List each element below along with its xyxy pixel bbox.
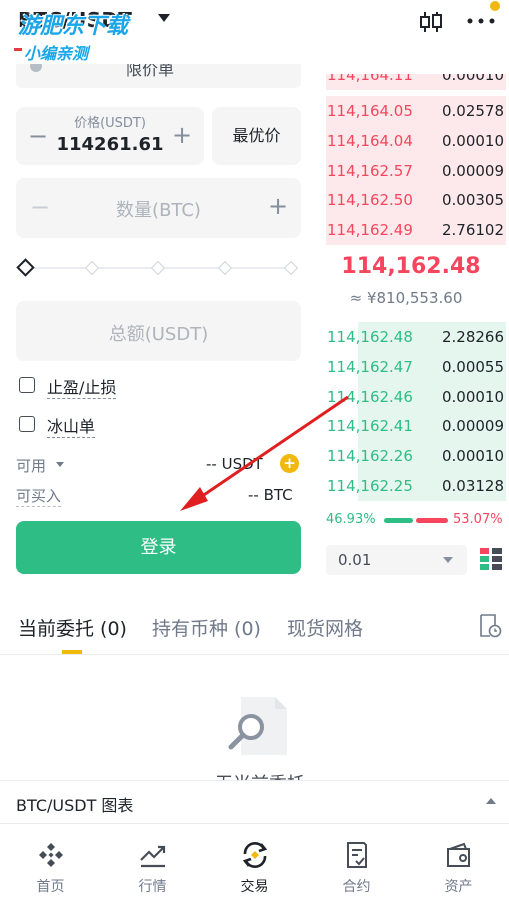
futures-icon xyxy=(347,842,367,868)
orderbook-ask-row[interactable]: 114,164.04 0.00010 xyxy=(326,125,506,156)
chart-drawer-label: BTC/USDT 图表 xyxy=(16,796,134,815)
ask-price: 114,162.49 xyxy=(327,221,413,240)
caret-down-icon xyxy=(443,557,453,563)
markets-icon xyxy=(140,845,166,868)
wallet-icon xyxy=(447,842,470,867)
slider-tick-25[interactable] xyxy=(84,260,100,276)
nav-trade[interactable]: 交易 xyxy=(204,826,305,900)
orderbook-layout-icon[interactable] xyxy=(479,547,503,571)
ask-qty: 0.00009 xyxy=(441,161,504,180)
bid-qty: 0.03128 xyxy=(441,477,504,495)
orderbook-bid-row[interactable]: 114,162.47 0.00055 xyxy=(326,351,506,382)
bid-qty: 0.00010 xyxy=(441,387,504,406)
orderbook-ask-row[interactable]: 114,162.50 0.00305 xyxy=(326,185,506,216)
tab-open-orders[interactable]: 当前委托 (0) xyxy=(18,614,127,641)
caret-down-icon[interactable] xyxy=(56,462,64,467)
login-button[interactable]: 登录 xyxy=(16,521,301,574)
bid-qty: 2.28266 xyxy=(441,328,504,346)
nav-trade-label: 交易 xyxy=(240,879,269,895)
bid-price: 114,162.47 xyxy=(327,357,413,376)
nav-futures[interactable]: 合约 xyxy=(306,826,407,900)
header: BTC/USDT 游肥东下载 小编亲测 xyxy=(0,0,509,63)
slider-handle[interactable] xyxy=(16,258,35,277)
ask-qty: 0.00010 xyxy=(441,131,504,150)
quantity-input[interactable]: − 数量(BTC) + xyxy=(16,178,301,238)
orderbook-bid-row[interactable]: 114,162.48 2.28266 xyxy=(326,322,506,352)
notification-dot xyxy=(490,1,500,11)
depth-precision-value: 0.01 xyxy=(338,551,372,569)
tp-sl-label: 止盈/止损 xyxy=(47,374,117,399)
watermark-line-2: 小编亲测 xyxy=(24,44,89,63)
iceberg-label: 冰山单 xyxy=(47,413,96,438)
home-icon xyxy=(39,843,63,867)
quantity-placeholder: 数量(BTC) xyxy=(116,200,201,221)
info-icon xyxy=(30,64,42,72)
annotation-arrow xyxy=(180,395,349,511)
orderbook-ask-row-partial[interactable]: 114,164.11 0.00010 xyxy=(326,74,509,90)
watermark-dash xyxy=(14,48,22,51)
ask-qty: 2.76102 xyxy=(441,221,504,240)
iceberg-checkbox[interactable] xyxy=(19,416,35,432)
ask-price: 114,162.50 xyxy=(327,191,413,210)
trading-pair-selector[interactable]: BTC/USDT xyxy=(18,8,132,32)
empty-state-text: 无当前委托 xyxy=(180,770,340,780)
empty-document-icon xyxy=(228,697,287,755)
slider-tick-50[interactable] xyxy=(150,260,166,276)
ask-qty: 0.00010 xyxy=(441,74,504,84)
price-input[interactable]: − 价格(USDT) 114261.61 + xyxy=(16,107,204,165)
price-increase-button[interactable]: + xyxy=(172,121,192,149)
tp-sl-checkbox[interactable] xyxy=(19,377,35,393)
available-label[interactable]: 可用 xyxy=(16,455,46,476)
trade-icon xyxy=(242,842,268,868)
empty-state: 无当前委托 xyxy=(180,764,340,780)
total-placeholder: 总额(USDT) xyxy=(108,324,209,345)
chevron-down-icon[interactable] xyxy=(158,14,170,22)
chart-drawer-toggle[interactable]: BTC/USDT 图表 xyxy=(0,780,509,824)
orderbook-ask-row[interactable]: 114,162.57 0.00009 xyxy=(326,155,506,186)
tab-spot-grid[interactable]: 现货网格 xyxy=(287,614,363,641)
tab-holdings[interactable]: 持有币种 (0) xyxy=(152,614,261,641)
nav-wallet[interactable]: 资产 xyxy=(408,826,509,900)
divider xyxy=(0,654,509,655)
bid-qty: 0.00010 xyxy=(441,447,504,466)
ask-price: 114,164.04 xyxy=(327,131,413,150)
ask-price: 114,164.05 xyxy=(327,102,413,120)
nav-home-label: 首页 xyxy=(36,879,65,895)
order-history-icon[interactable] xyxy=(478,613,502,639)
bid-qty: 0.00009 xyxy=(441,417,504,436)
ask-qty: 0.00305 xyxy=(441,191,504,210)
fiat-price: ≈ ¥810,553.60 xyxy=(349,289,463,307)
bottom-nav: 首页 行情 交易 合约 资产 xyxy=(0,826,509,900)
quantity-increase-button[interactable]: + xyxy=(268,192,288,220)
ask-qty: 0.02578 xyxy=(441,102,504,120)
slider-tick-100[interactable] xyxy=(283,260,299,276)
bid-qty: 0.00055 xyxy=(441,357,504,376)
orderbook-ask-row[interactable]: 114,164.05 0.02578 xyxy=(326,96,506,126)
chevron-up-icon[interactable] xyxy=(486,798,496,804)
sell-ratio-bar xyxy=(416,518,448,523)
sell-ratio: 53.07% xyxy=(453,512,503,527)
more-options-icon[interactable] xyxy=(466,16,496,26)
amount-slider[interactable] xyxy=(16,258,301,278)
order-type-selector[interactable]: 限价单 xyxy=(16,64,301,94)
nav-home[interactable]: 首页 xyxy=(0,826,101,900)
buy-ratio-bar xyxy=(384,518,413,523)
nav-markets-label: 行情 xyxy=(138,879,167,895)
candlestick-chart-icon[interactable] xyxy=(418,10,444,34)
nav-futures-label: 合约 xyxy=(342,879,371,895)
orderbook-ask-row[interactable]: 114,162.49 2.76102 xyxy=(326,215,506,246)
bid-price: 114,162.48 xyxy=(327,328,413,346)
nav-wallet-label: 资产 xyxy=(444,879,473,895)
nav-markets[interactable]: 行情 xyxy=(102,826,203,900)
total-input[interactable]: 总额(USDT) xyxy=(16,301,301,361)
ask-price: 114,164.11 xyxy=(327,74,413,84)
last-price[interactable]: 114,162.48 xyxy=(326,254,496,279)
ask-price: 114,162.57 xyxy=(327,161,413,180)
depth-precision-select[interactable]: 0.01 xyxy=(326,545,467,575)
order-type-label: 限价单 xyxy=(126,64,175,79)
can-buy-label: 可买入 xyxy=(16,487,62,507)
best-price-button[interactable]: 最优价 xyxy=(212,107,301,165)
slider-tick-75[interactable] xyxy=(217,260,233,276)
